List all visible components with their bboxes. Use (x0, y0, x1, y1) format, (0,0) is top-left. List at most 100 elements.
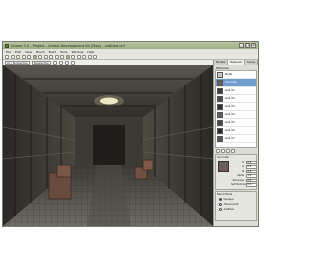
open-icon[interactable] (10, 54, 15, 59)
tab-materials[interactable]: Materials (228, 60, 246, 65)
property-label: Self Illumination (231, 183, 251, 187)
property-field[interactable]: 0.0 (246, 178, 257, 182)
blend-option-additive[interactable]: Additive (217, 207, 255, 212)
property-field[interactable]: 0.0 (246, 183, 257, 187)
snap-icon[interactable] (82, 54, 86, 59)
list-item[interactable]: wall_06 (216, 127, 256, 135)
property-field[interactable]: 0.4 (246, 165, 257, 169)
menu-tools[interactable]: Tools (60, 50, 67, 54)
menu-build[interactable]: Build (49, 50, 57, 54)
rotate-icon[interactable] (43, 54, 48, 59)
list-item[interactable]: wall_01 (216, 87, 256, 95)
app-window: Unreal 3.0 - Project - Unreal Developmen… (2, 41, 259, 227)
wireframe-icon[interactable] (52, 60, 57, 65)
realtime-icon[interactable] (64, 60, 69, 65)
viewport-mode-select[interactable]: Lit | Perspective (5, 60, 30, 65)
material-swatch (217, 71, 223, 78)
property-field[interactable]: 0.4 (246, 160, 257, 164)
side-panel: Models Materials Scene Materials Metal C… (213, 60, 258, 226)
menu-file[interactable]: File (6, 50, 11, 54)
play-icon[interactable] (71, 54, 75, 59)
material-name: Metal (225, 73, 233, 76)
menu-brush[interactable]: Brush (36, 50, 45, 54)
panel-tabs: Models Materials Scene (214, 60, 258, 65)
material-name: wall_05 (225, 121, 235, 124)
materials-list[interactable]: Metal Concrete wall_01 wall_02 wall_03 w… (215, 70, 257, 148)
delete-material-icon[interactable] (226, 149, 230, 153)
list-item[interactable]: wall_05 (216, 119, 256, 127)
menu-help[interactable]: Help (87, 50, 94, 54)
tab-models[interactable]: Models (214, 60, 229, 65)
option-label: Translucent (223, 203, 239, 206)
light-icon[interactable] (60, 54, 64, 59)
list-item[interactable]: wall_03 (216, 103, 256, 111)
material-preview (218, 161, 229, 172)
build-icon[interactable] (65, 54, 70, 59)
material-properties: R 0.4 G 0.4 B 0.4 Alpha 1.0 Shininess 0.0 Sel… (231, 160, 257, 187)
material-swatch (217, 87, 223, 94)
browser-icon[interactable] (87, 54, 92, 59)
property-label: G (242, 165, 244, 169)
apply-material-icon[interactable] (231, 149, 235, 153)
new-material-icon[interactable] (221, 149, 225, 153)
material-name: wall_04 (225, 113, 235, 116)
material-name: wall_02 (225, 97, 235, 100)
material-name: Concrete (225, 81, 237, 84)
grid-icon[interactable] (76, 54, 81, 59)
list-item[interactable]: wall_07 (216, 135, 256, 143)
material-name: wall_01 (225, 89, 235, 92)
maximize-button[interactable]: □ (245, 43, 250, 48)
undo-icon[interactable] (21, 54, 26, 59)
material-name: wall_03 (225, 105, 235, 108)
material-swatch (217, 95, 223, 102)
app-icon (5, 43, 9, 48)
material-name: wall_07 (225, 137, 235, 140)
tab-scene[interactable]: Scene (245, 60, 258, 65)
status-bar (3, 226, 258, 227)
title-bar[interactable]: Unreal 3.0 - Project - Unreal Developmen… (3, 42, 258, 49)
material-editor: Concrete R 0.4 G 0.4 B 0.4 Alpha 1.0 Shinine… (215, 154, 257, 190)
window-title: Unreal 3.0 - Project - Unreal Developmen… (11, 43, 126, 48)
3d-viewport[interactable] (3, 65, 213, 226)
new-icon[interactable] (5, 54, 9, 59)
blend-mode-section: Blend Mode Opaque Translucent Additive (215, 191, 257, 221)
eyedropper-icon[interactable] (216, 149, 220, 153)
material-name: wall_06 (225, 129, 235, 132)
close-button[interactable]: x (251, 43, 256, 48)
material-swatch (217, 103, 223, 110)
property-label: Alpha (237, 174, 244, 178)
show-flags-icon[interactable] (70, 60, 75, 65)
corridor-render (3, 65, 213, 226)
settings-icon[interactable] (93, 54, 97, 59)
radio-icon (219, 198, 222, 201)
material-swatch (217, 127, 223, 134)
redo-icon[interactable] (27, 54, 31, 59)
list-item[interactable]: Metal (216, 71, 256, 79)
property-label: R (242, 160, 244, 164)
material-swatch (217, 135, 223, 142)
property-label: B (242, 169, 244, 173)
option-label: Opaque (223, 198, 234, 201)
material-swatch (217, 79, 223, 86)
menu-view[interactable]: View (25, 50, 32, 54)
camera-mode-select[interactable]: Perspective (31, 60, 51, 65)
material-swatch (217, 119, 223, 126)
radio-icon (219, 208, 222, 211)
property-field[interactable]: 0.4 (246, 169, 257, 173)
property-field[interactable]: 1.0 (246, 174, 257, 178)
list-item[interactable]: Concrete (216, 79, 256, 87)
move-icon[interactable] (38, 54, 42, 59)
minimize-button[interactable]: _ (239, 43, 244, 48)
lit-icon[interactable] (58, 60, 63, 65)
list-item[interactable]: wall_04 (216, 111, 256, 119)
menu-edit[interactable]: Edit (15, 50, 21, 54)
menu-window[interactable]: Window (72, 50, 84, 54)
camera-icon[interactable] (54, 54, 59, 59)
scale-icon[interactable] (49, 54, 53, 59)
save-icon[interactable] (16, 54, 20, 59)
radio-icon (219, 203, 222, 206)
select-icon[interactable] (32, 54, 37, 59)
property-label: Shininess (232, 178, 244, 182)
list-item[interactable]: wall_02 (216, 95, 256, 103)
option-label: Additive (223, 208, 235, 211)
